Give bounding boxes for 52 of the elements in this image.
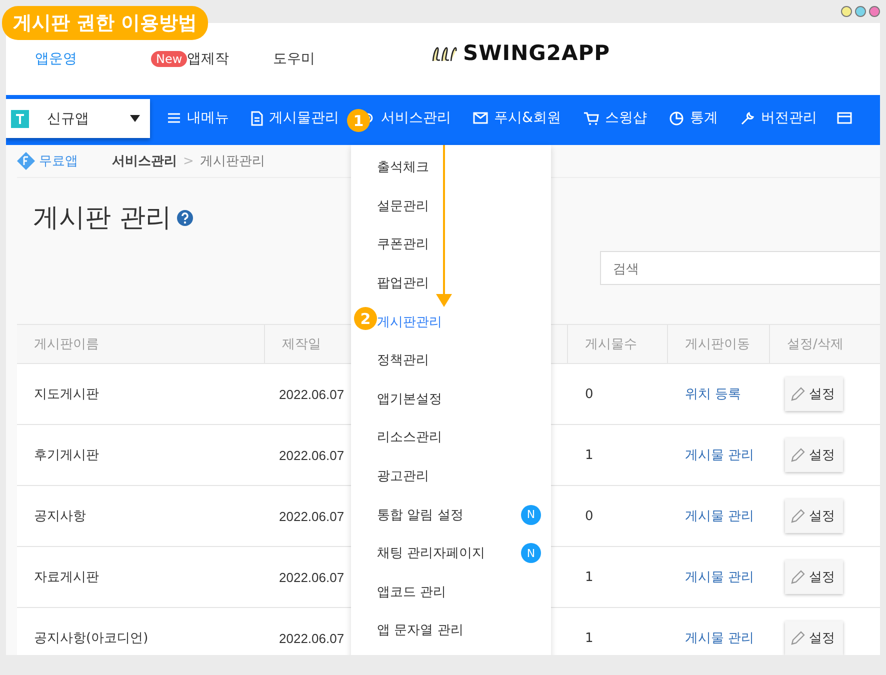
table-cell: 0 (568, 486, 668, 547)
settings-button[interactable]: 설정 (785, 621, 843, 655)
settings-button[interactable]: 설정 (785, 438, 843, 472)
page-title: 게시판 관리 (33, 202, 172, 235)
table-cell: 1 (568, 608, 668, 655)
nav-item[interactable]: 내메뉴 (187, 109, 229, 127)
top-nav-link[interactable]: New 앱제작 (121, 50, 230, 68)
menu-item[interactable]: 출석체크 (377, 148, 541, 187)
settings-button[interactable]: 설정 (785, 499, 843, 533)
menu-item[interactable]: 통합 알림 설정 N (377, 495, 541, 534)
plan-label: 무료앱 (39, 153, 78, 170)
new-badge: N (521, 504, 541, 525)
nav-item[interactable]: 서비스관리 (381, 109, 451, 127)
menu-item[interactable]: 설문관리 (377, 186, 541, 226)
board-link[interactable]: 게시물 관리 (685, 507, 754, 525)
board-link[interactable]: 게시물 관리 (685, 446, 754, 464)
nav-item[interactable]: 버전관리 (760, 109, 817, 127)
board-link[interactable]: 게시물 관리 (685, 629, 754, 647)
new-badge: New (151, 51, 188, 67)
nav-item[interactable]: 스윙샵 (604, 109, 647, 127)
banner-title: 게시판 권한 이용방법 (2, 6, 208, 40)
menu-item[interactable]: 팝업관리 (377, 264, 541, 302)
nav-item[interactable]: 게시물관리 (269, 109, 339, 127)
table-cell: 자료게시판 (17, 547, 265, 608)
new-badge: N (521, 543, 541, 564)
table-cell: 후기게시판 (17, 425, 265, 486)
column-header: 게시판이름 (17, 324, 265, 364)
top-nav-link[interactable]: 도우미 (273, 50, 316, 68)
menu-item[interactable]: 앱기본설정 (377, 380, 541, 418)
search-field[interactable]: 검색 (600, 251, 880, 285)
table-cell: 공지사항(아코디언) (17, 608, 265, 655)
app-selector[interactable]: 신규앱 (6, 99, 150, 138)
column-header: 설정/삭제 (770, 324, 880, 364)
settings-button[interactable]: 설정 (785, 560, 843, 594)
logo-text: SWING2APP (463, 41, 610, 65)
column-header: 게시물수 (568, 324, 668, 364)
breadcrumb-link[interactable]: 서비스관리 (112, 152, 177, 170)
board-link[interactable]: 위치 등록 (685, 385, 742, 403)
breadcrumb-current: 게시판관리 (200, 153, 265, 170)
nav-item[interactable]: 통계 (690, 109, 718, 127)
settings-button[interactable]: 설정 (785, 377, 843, 411)
column-header: 게시판이동 (668, 324, 770, 364)
table-cell: 0 (568, 364, 668, 425)
table-cell: 지도게시판 (17, 364, 265, 425)
board-link[interactable]: 게시물 관리 (685, 568, 754, 586)
nav-item[interactable]: 푸시&회원 (494, 109, 561, 127)
menu-item[interactable]: 쿠폰관리 (377, 225, 541, 264)
table-cell: 1 (568, 547, 668, 608)
table-cell: 1 (568, 425, 668, 486)
menu-item[interactable]: 앱 문자열 관리 (377, 611, 541, 650)
breadcrumb-separator: > (183, 154, 194, 168)
table-cell: 공지사항 (17, 486, 265, 547)
